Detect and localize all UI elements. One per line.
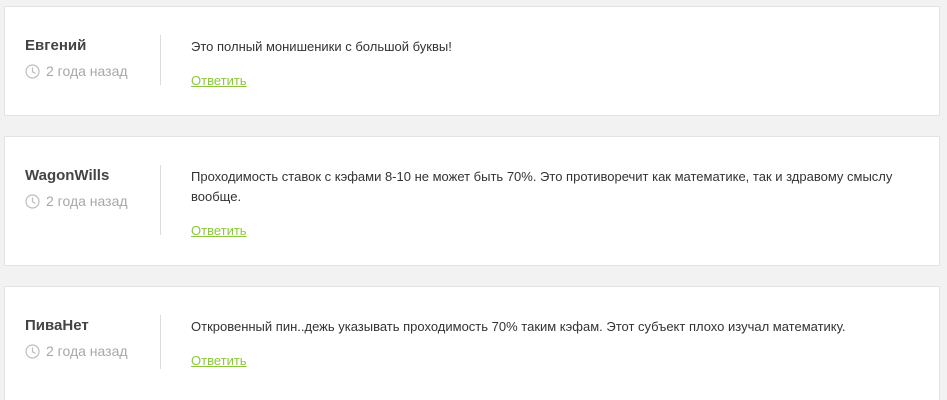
comment-divider [160,165,161,235]
comment-time-text: 2 года назад [46,343,128,359]
comment-time: 2 года назад [25,193,160,209]
comment-author: Евгений [25,37,87,54]
comment-author: WagonWills [25,167,110,184]
comment-time-text: 2 года назад [46,63,128,79]
comment-time-text: 2 года назад [46,193,128,209]
comment-item: Евгений 2 года назад Это полный монишени… [4,6,940,116]
comment-text: Это полный монишеники с большой буквы! [191,39,452,54]
reply-link[interactable]: Ответить [191,353,247,369]
comment-divider [160,35,161,85]
comment-item: WagonWills 2 года назад Проходимость ста… [4,136,940,266]
clock-icon [25,193,40,209]
comment-item: ПиваНет 2 года назад Откровенный пин..де… [4,286,940,400]
comment-meta: Евгений 2 года назад [25,37,160,79]
comment-meta: WagonWills 2 года назад [25,167,160,209]
comment-time: 2 года назад [25,343,160,359]
comment-meta: ПиваНет 2 года назад [25,317,160,359]
comment-divider [160,315,161,369]
reply-link[interactable]: Ответить [191,223,247,239]
comment-body: Это полный монишеники с большой буквы! О… [191,37,919,90]
comment-text: Проходимость ставок с кэфами 8-10 не мож… [191,169,893,204]
clock-icon [25,343,40,359]
comment-text: Откровенный пин..дежь указывать проходим… [191,319,846,334]
reply-link[interactable]: Ответить [191,73,247,89]
comment-author: ПиваНет [25,317,89,334]
clock-icon [25,63,40,79]
comment-body: Откровенный пин..дежь указывать проходим… [191,317,919,370]
comments-list: Евгений 2 года назад Это полный монишени… [0,0,947,400]
comment-time: 2 года назад [25,63,160,79]
comment-body: Проходимость ставок с кэфами 8-10 не мож… [191,167,919,240]
